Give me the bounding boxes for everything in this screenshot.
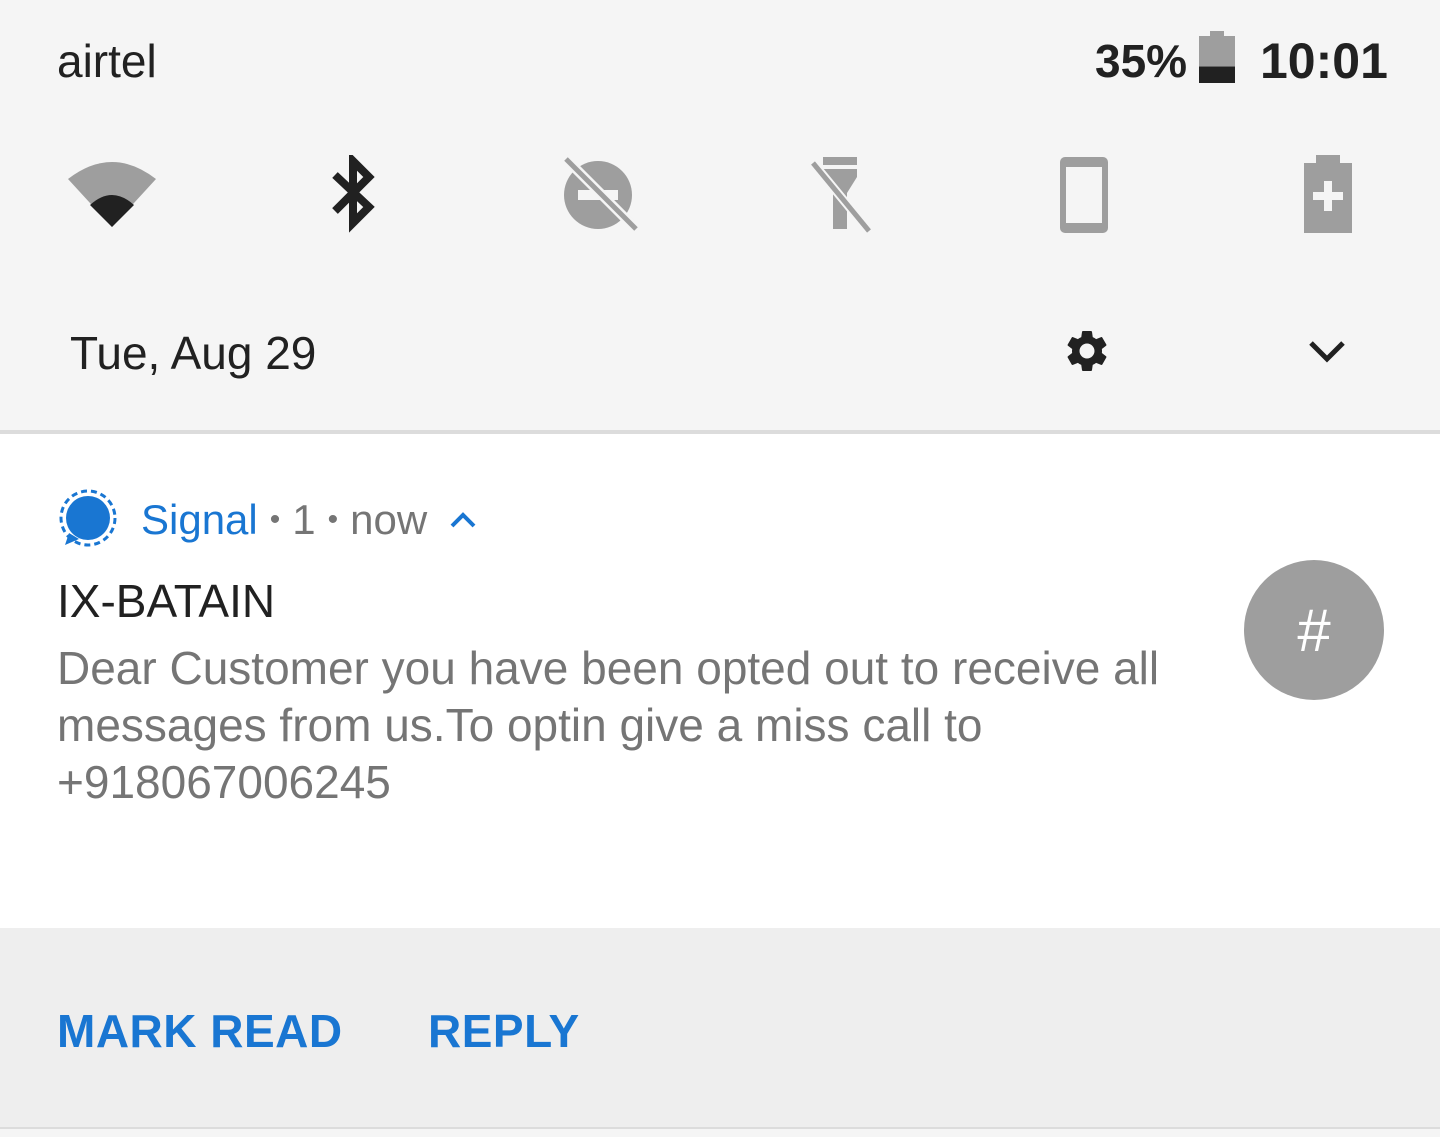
carrier-name: airtel <box>57 35 157 87</box>
bluetooth-icon <box>332 155 375 233</box>
auto-rotate-icon <box>1060 157 1108 233</box>
date-row: Tue, Aug 29 <box>0 300 1440 405</box>
battery-percent: 35% <box>1095 35 1188 87</box>
avatar-hash-icon: # <box>1297 596 1331 664</box>
flashlight-tile[interactable] <box>792 150 888 240</box>
flashlight-off-icon <box>809 157 873 234</box>
chevron-up-icon[interactable] <box>445 502 481 538</box>
notification-card[interactable]: Signal • 1 • now IX-BATAIN Dear Customer… <box>0 434 1440 928</box>
battery-saver-tile[interactable] <box>1280 150 1376 240</box>
notification-time: now <box>350 496 428 543</box>
expand-button[interactable] <box>1298 322 1356 380</box>
date-label: Tue, Aug 29 <box>70 327 317 379</box>
notification-title: IX-BATAIN <box>57 575 276 627</box>
battery-icon <box>1199 31 1235 83</box>
notification-actions: MARK READ REPLY <box>0 928 1440 1127</box>
notification-count: 1 <box>292 496 316 543</box>
bluetooth-tile[interactable] <box>305 150 401 240</box>
wifi-icon <box>68 162 156 227</box>
signal-app-icon <box>59 489 117 547</box>
status-bar: airtel 35% 10:01 <box>0 0 1440 120</box>
do-not-disturb-tile[interactable] <box>550 150 646 240</box>
do-not-disturb-off-icon <box>562 155 638 231</box>
avatar: # <box>1244 560 1384 700</box>
battery-saver-icon <box>1304 155 1352 233</box>
settings-button[interactable] <box>1058 322 1116 380</box>
gear-icon <box>1067 331 1107 371</box>
app-name: Signal <box>141 496 258 543</box>
notification-body: Dear Customer you have been opted out to… <box>57 642 1160 808</box>
separator: • <box>269 503 281 536</box>
chevron-down-icon <box>1309 341 1345 363</box>
reply-button[interactable]: REPLY <box>428 1004 580 1058</box>
bottom-divider <box>0 1127 1440 1137</box>
wifi-tile[interactable] <box>64 150 160 240</box>
clock: 10:01 <box>1260 33 1388 89</box>
auto-rotate-tile[interactable] <box>1036 150 1132 240</box>
separator: • <box>327 503 339 536</box>
notification-header: Signal • 1 • now <box>57 489 481 550</box>
mark-read-button[interactable]: MARK READ <box>57 1004 343 1058</box>
